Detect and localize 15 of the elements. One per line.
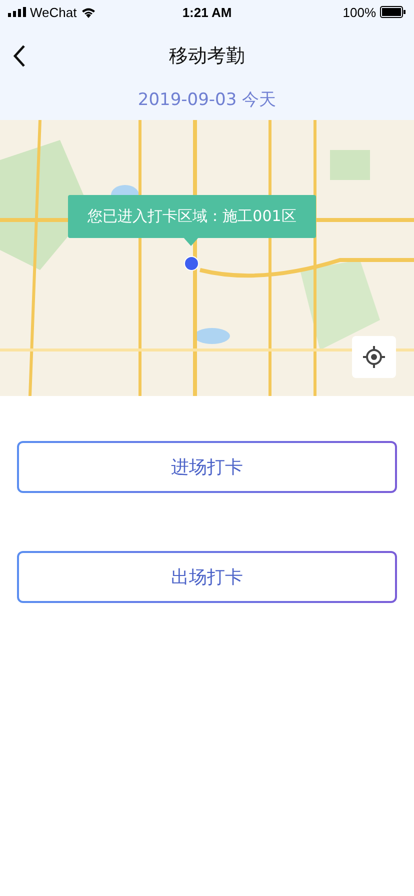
battery-percent: 100% <box>342 4 376 20</box>
locate-button[interactable] <box>352 336 396 378</box>
locate-icon <box>362 345 386 369</box>
date-label: 2019-09-03 今天 <box>136 89 278 112</box>
tooltip-pointer <box>183 237 199 246</box>
back-icon[interactable] <box>12 44 26 68</box>
punch-button[interactable]: 出场打卡 <box>17 551 397 603</box>
battery-icon <box>380 6 406 18</box>
page-title: 移动考勤 <box>169 44 245 69</box>
wifi-icon <box>80 6 96 18</box>
signal-icon <box>8 7 26 17</box>
punch-button[interactable]: 进场打卡 <box>17 441 397 493</box>
status-time: 1:21 AM <box>182 4 232 20</box>
area-tooltip: 您已进入打卡区域：施工001区 <box>68 195 316 238</box>
carrier-name: WeChat <box>30 4 77 20</box>
